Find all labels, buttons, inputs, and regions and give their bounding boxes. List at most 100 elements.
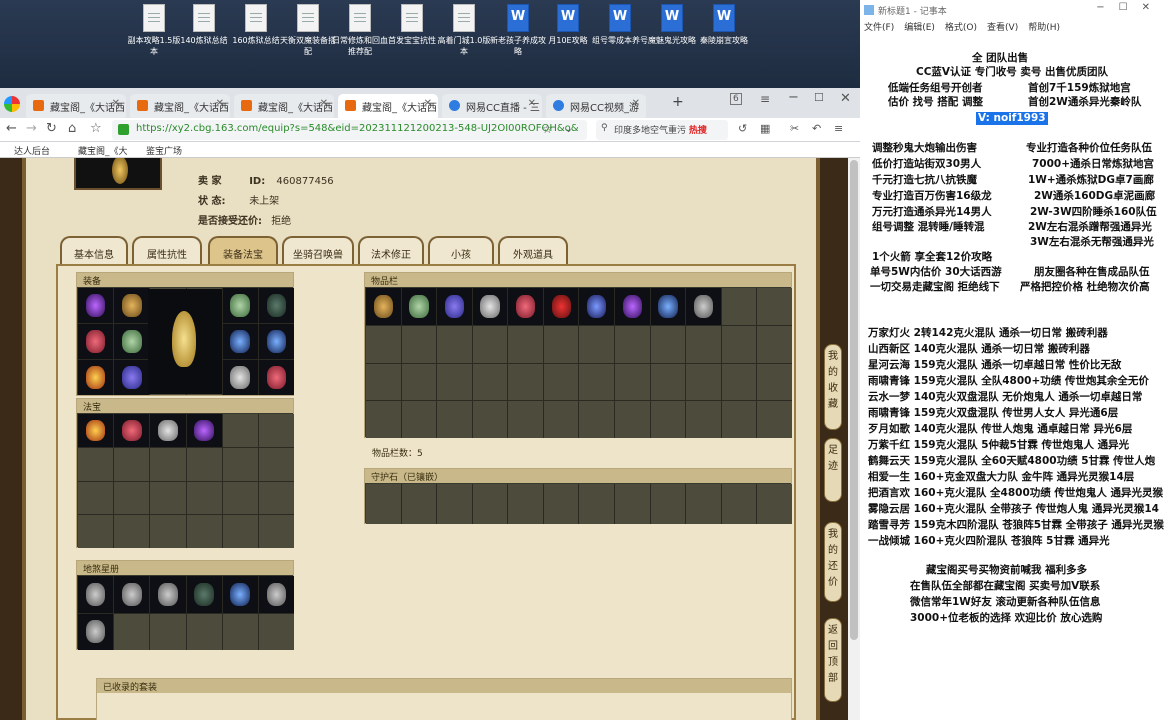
desktop-icon[interactable]: 首发宝宝抗性 [384,4,440,46]
equipment-slot-item[interactable] [222,288,258,323]
page-scrollbar[interactable] [848,158,860,720]
treasure-slot-item[interactable] [114,414,150,447]
close-window-icon[interactable]: ✕ [840,91,851,106]
forward-icon[interactable]: → [26,121,37,136]
desktop-icon[interactable]: 组号零成本养号 [592,4,648,46]
side-nav-button[interactable]: 足迹 [824,438,842,502]
window-controls[interactable]: −☐✕ [1096,2,1164,13]
page-options-icon[interactable]: ⌄ [564,122,573,135]
equipment-slot-item[interactable] [222,324,258,359]
star-slot-item[interactable] [150,576,186,613]
equipment-slot-item[interactable] [78,324,114,359]
desktop-icon[interactable]: 140炼狱总结 [176,4,232,46]
section-tab[interactable]: 小孩 [428,236,494,266]
equipment-slot-item[interactable] [258,324,294,359]
equipment-slot-item[interactable] [114,288,150,323]
section-tab[interactable]: 装备法宝 [208,236,278,266]
browser-logo-icon[interactable] [4,96,20,112]
treasure-slot-item[interactable] [186,414,222,447]
inventory-slot-item[interactable] [508,288,543,325]
inventory-slot-item[interactable] [366,288,401,325]
equipment-slot-item[interactable] [78,288,114,323]
star-slot-item[interactable] [78,613,114,650]
search-input[interactable]: ⚲ 印度多地空气重污 热搜 [596,120,728,140]
url-input[interactable]: https://xy2.cbg.163.com/equip?s=548&eid=… [112,120,587,140]
inventory-slot-item[interactable] [615,288,650,325]
inventory-slot-item[interactable] [579,288,615,325]
apps-grid-icon[interactable]: ▦ [760,122,770,135]
tab-count-badge[interactable]: 6 [730,93,742,105]
side-nav-button[interactable]: 我的还价 [824,522,842,602]
desktop-icon[interactable]: 天衡双魔装备搭配 [280,4,336,57]
close-tab-icon[interactable]: ✕ [424,98,432,109]
section-tab[interactable]: 基本信息 [60,236,128,266]
menu-icon[interactable]: ≡ [760,92,770,106]
refresh-extension-icon[interactable]: ↺ [738,122,747,135]
notepad-menu-item[interactable]: 查看(V) [987,23,1018,33]
bookmark-star-icon[interactable]: ☆ [542,122,553,136]
star-slot-item[interactable] [222,576,258,613]
favorite-icon[interactable]: ☆ [90,121,102,136]
scroll-thumb[interactable] [850,160,858,640]
desktop-icon[interactable]: 秦陵崩宣攻略 [696,4,752,46]
browser-tab[interactable]: 藏宝阁_《大话西 ✕ [338,94,438,118]
browser-tab[interactable]: 网易CC直播 - 三 ✕ [442,94,542,118]
side-nav-button[interactable]: 返回顶部 [824,618,842,702]
desktop-icon[interactable]: 高着门城1.0版本 [436,4,492,57]
equipment-slot-item[interactable] [222,360,258,395]
notepad-menu-item[interactable]: 帮助(H) [1028,23,1060,33]
back-icon[interactable]: ← [6,121,17,136]
section-tab[interactable]: 属性抗性 [132,236,202,266]
equipment-slot-item[interactable] [258,288,294,323]
browser-tab[interactable]: 藏宝阁_《大话西 ✕ [130,94,230,118]
section-tab[interactable]: 坐骑召唤兽 [282,236,354,266]
equipment-slot-item[interactable] [114,324,150,359]
section-tab[interactable]: 外观道具 [498,236,568,266]
inventory-slot-item[interactable] [401,288,437,325]
close-tab-icon[interactable]: ✕ [216,98,224,109]
desktop-icon[interactable]: 新老孩子养成攻略 [490,4,546,57]
scissors-icon[interactable]: ✂ [790,122,799,135]
notepad-menu-item[interactable]: 格式(O) [945,23,977,33]
side-nav-button[interactable]: 我的收藏 [824,344,842,430]
browser-tab[interactable]: 藏宝阁_《大话西 ✕ [234,94,334,118]
close-tab-icon[interactable]: ✕ [528,98,536,109]
new-tab-icon[interactable]: + [672,94,684,110]
equipment-slot-item[interactable] [78,360,114,395]
close-tab-icon[interactable]: ✕ [112,98,120,109]
bookmark-0[interactable]: 达人后台 [14,144,50,157]
star-slot-item[interactable] [78,576,114,613]
inventory-slot-item[interactable] [437,288,472,325]
browser-tab[interactable]: 藏宝阁_《大话西 ✕ [26,94,126,118]
undo-icon[interactable]: ↶ [812,122,821,135]
more-menu-icon[interactable]: ≡ [834,122,843,135]
equipment-slot-item[interactable] [258,360,294,395]
desktop-icon[interactable]: 160炼狱总结 [228,4,284,46]
notepad-menu-item[interactable]: 文件(F) [864,23,894,33]
inventory-slot-item[interactable] [472,288,508,325]
star-slot-item[interactable] [258,576,294,613]
notepad-text-area[interactable]: 全 团队出售 CC蓝V认证 专门收号 卖号 出售优质团队 低端任务组号开创者 首创7千… [860,40,1172,720]
bookmark-1[interactable]: 藏宝阁_《大 [78,144,128,157]
close-tab-icon[interactable]: ✕ [320,98,328,109]
browser-tab[interactable]: 网易CC视频_游 ✕ [546,94,646,118]
inventory-slot-item[interactable] [686,288,721,325]
treasure-slot-item[interactable] [78,414,114,447]
reload-icon[interactable]: ↻ [46,121,57,136]
desktop-icon[interactable]: 日常修炼和回血推荐配 [332,4,388,57]
section-tab[interactable]: 法术修正 [358,236,424,266]
inventory-slot-item[interactable] [543,288,579,325]
star-slot-item[interactable] [186,576,222,613]
treasure-slot-item[interactable] [150,414,186,447]
inventory-slot-item[interactable] [650,288,686,325]
star-slot-item[interactable] [114,576,150,613]
desktop-icon[interactable]: 副本攻略1.5版本 [126,4,182,57]
desktop-icon[interactable]: 月10E攻略 [540,4,596,46]
minimize-icon[interactable]: − [788,90,799,105]
bookmark-2[interactable]: 鉴宝广场 [146,144,182,157]
notepad-menu-item[interactable]: 编辑(E) [904,23,935,33]
home-icon[interactable]: ⌂ [68,121,76,136]
maximize-icon[interactable]: ☐ [814,91,824,104]
equipment-slot-item[interactable] [114,360,150,395]
close-tab-icon[interactable]: ✕ [632,98,640,109]
